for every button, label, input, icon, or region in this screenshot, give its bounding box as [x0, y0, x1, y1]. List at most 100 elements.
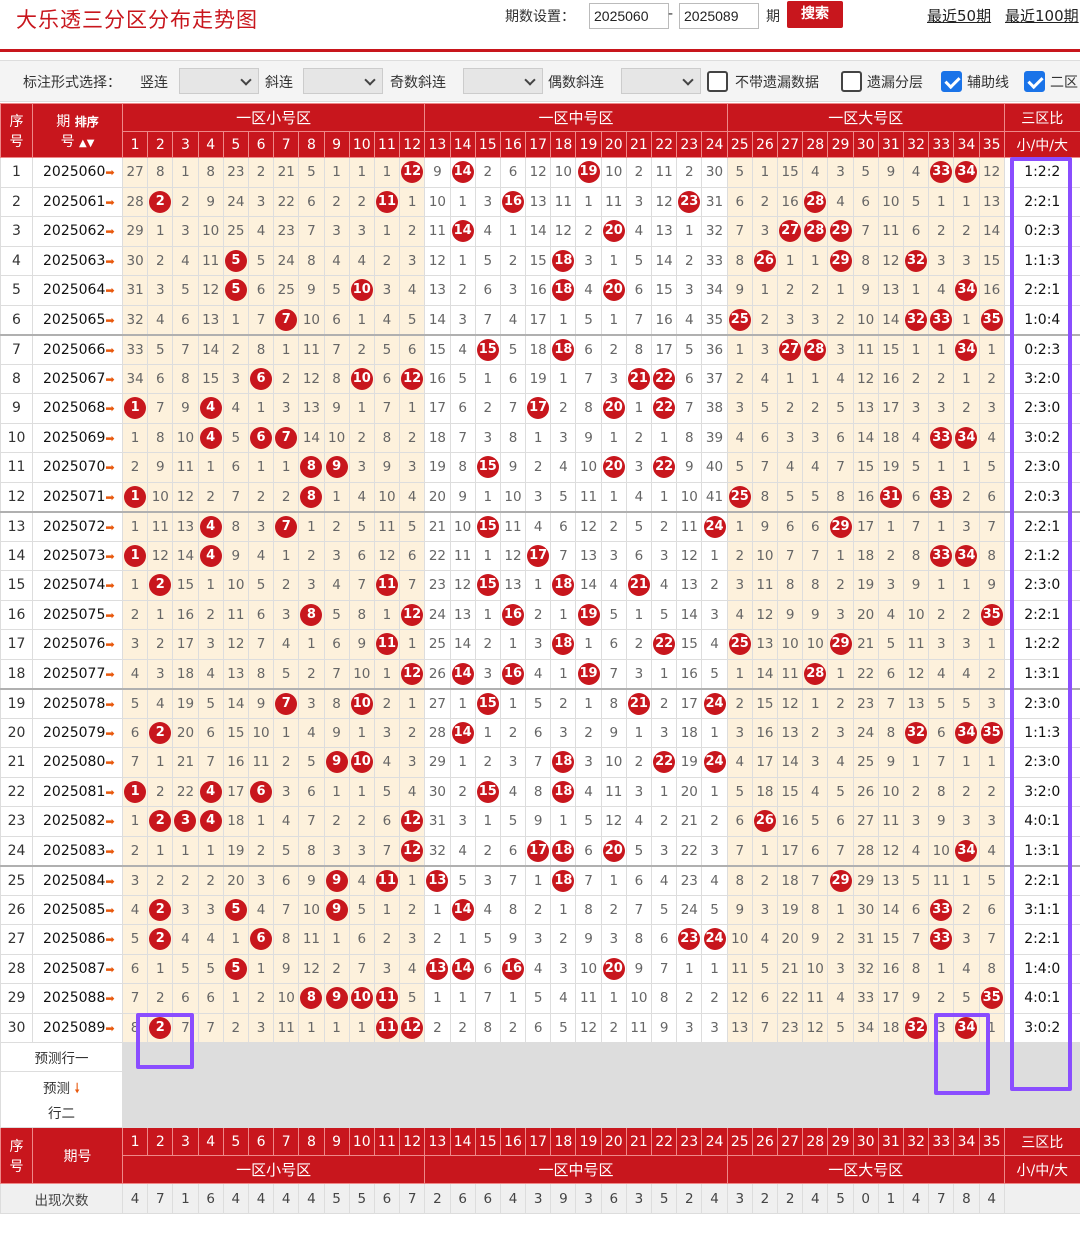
predict-cell[interactable]: [902, 1042, 930, 1072]
diagonal-select[interactable]: [303, 68, 383, 94]
predict-cell[interactable]: [197, 1071, 224, 1128]
predict-cell[interactable]: [323, 1071, 350, 1128]
hit-ball: 2: [149, 190, 172, 213]
predict-cell[interactable]: [953, 1071, 980, 1128]
predict-cell[interactable]: [902, 1071, 930, 1128]
predict-cell[interactable]: [877, 1071, 904, 1128]
predict-ratio-cell[interactable]: [1003, 1071, 1080, 1128]
predict-cell[interactable]: [348, 1042, 375, 1072]
predict-cell[interactable]: [550, 1071, 577, 1128]
predict-cell[interactable]: [449, 1042, 476, 1072]
no-missing-checkbox[interactable]: [707, 71, 728, 92]
predict-cell[interactable]: [751, 1071, 779, 1128]
odd-diagonal-select[interactable]: [463, 68, 543, 94]
predict-cell[interactable]: [852, 1042, 879, 1072]
predict-cell[interactable]: [751, 1042, 779, 1072]
recent-50-link[interactable]: 最近50期: [927, 5, 991, 26]
predict-cell[interactable]: [877, 1042, 904, 1072]
predict-cell[interactable]: [298, 1042, 325, 1072]
miss-cell: 3: [273, 393, 300, 424]
predict-cell[interactable]: [222, 1042, 249, 1072]
predict-cell[interactable]: [348, 1071, 375, 1128]
predict-cell[interactable]: [953, 1042, 980, 1072]
recent-100-link[interactable]: 最近100期: [1005, 5, 1079, 26]
search-button[interactable]: 搜索: [787, 1, 843, 28]
predict-cell[interactable]: [625, 1042, 653, 1072]
predict-cell[interactable]: [651, 1042, 678, 1072]
predict-cell[interactable]: [197, 1042, 224, 1072]
predict-cell[interactable]: [121, 1071, 149, 1128]
period-to-input[interactable]: [679, 3, 759, 29]
predict-cell[interactable]: [147, 1071, 174, 1128]
predict-cell[interactable]: [928, 1071, 955, 1128]
predict-cell[interactable]: [701, 1071, 728, 1128]
predict-cell[interactable]: [777, 1042, 804, 1072]
predict-cell[interactable]: [676, 1071, 703, 1128]
predict-cell[interactable]: [273, 1071, 300, 1128]
predict-cell[interactable]: [525, 1071, 552, 1128]
missing-layers-checkbox[interactable]: [841, 71, 862, 92]
predict-cell[interactable]: [424, 1071, 451, 1128]
predict-cell[interactable]: [399, 1042, 426, 1072]
predict-cell[interactable]: [852, 1071, 879, 1128]
predict-cell[interactable]: [978, 1071, 1005, 1128]
predict-cell[interactable]: [373, 1071, 401, 1128]
predict-cell[interactable]: [701, 1042, 728, 1072]
aux-line-checkbox[interactable]: [941, 71, 962, 92]
predict-cell[interactable]: [550, 1042, 577, 1072]
miss-cell: 1: [701, 776, 728, 807]
period-header[interactable]: 期 排序号 ▲▼: [32, 103, 123, 158]
predict-cell[interactable]: [121, 1042, 149, 1072]
miss-cell: 1: [751, 157, 779, 188]
predict-cell[interactable]: [247, 1042, 275, 1072]
predict-cell[interactable]: [802, 1042, 829, 1072]
predict-cell[interactable]: [273, 1042, 300, 1072]
predict-cell[interactable]: [399, 1071, 426, 1128]
predict-cell[interactable]: [525, 1042, 552, 1072]
predict-cell[interactable]: [676, 1042, 703, 1072]
miss-cell: 1: [600, 864, 627, 896]
predict-cell[interactable]: [298, 1071, 325, 1128]
zone2-checkbox[interactable]: [1024, 71, 1045, 92]
number-header: 23: [676, 131, 703, 158]
miss-cell: 1: [222, 304, 249, 335]
predict-cell[interactable]: [827, 1042, 854, 1072]
predict-cell[interactable]: [474, 1042, 501, 1072]
predict-cell[interactable]: [802, 1071, 829, 1128]
predict-cell[interactable]: [651, 1071, 678, 1128]
predict-cell[interactable]: [777, 1071, 804, 1128]
miss-cell: 37: [701, 363, 728, 394]
predict-cell[interactable]: [928, 1042, 955, 1072]
predict-cell[interactable]: [247, 1071, 275, 1128]
predict-cell[interactable]: [600, 1042, 627, 1072]
predict-cell[interactable]: [499, 1071, 527, 1128]
predict-cell[interactable]: [474, 1071, 501, 1128]
even-diagonal-select[interactable]: [621, 68, 701, 94]
predict-cell[interactable]: [978, 1042, 1005, 1072]
predict-cell[interactable]: [373, 1042, 401, 1072]
predict-cell[interactable]: [424, 1042, 451, 1072]
vertical-select[interactable]: [179, 68, 259, 94]
miss-cell: 1: [701, 540, 728, 571]
miss-cell: 12: [298, 363, 325, 394]
predict-cell[interactable]: [147, 1042, 174, 1072]
predict-cell[interactable]: [625, 1071, 653, 1128]
miss-cell: 16: [978, 275, 1005, 306]
miss-cell: 5: [525, 983, 552, 1014]
predict-cell[interactable]: [726, 1042, 753, 1072]
predict-cell[interactable]: [222, 1071, 249, 1128]
predict-cell[interactable]: [600, 1071, 627, 1128]
predict-cell[interactable]: [323, 1042, 350, 1072]
predict-cell[interactable]: [827, 1071, 854, 1128]
predict-ratio-cell[interactable]: [1003, 1042, 1080, 1072]
period-from-input[interactable]: [589, 3, 669, 29]
number-footer: 17: [525, 1127, 552, 1156]
predict-cell[interactable]: [449, 1071, 476, 1128]
miss-cell: 2: [499, 717, 527, 748]
predict-cell[interactable]: [172, 1071, 199, 1128]
predict-cell[interactable]: [499, 1042, 527, 1072]
predict-cell[interactable]: [575, 1071, 602, 1128]
predict-cell[interactable]: [726, 1071, 753, 1128]
predict-cell[interactable]: [172, 1042, 199, 1072]
predict-cell[interactable]: [575, 1042, 602, 1072]
